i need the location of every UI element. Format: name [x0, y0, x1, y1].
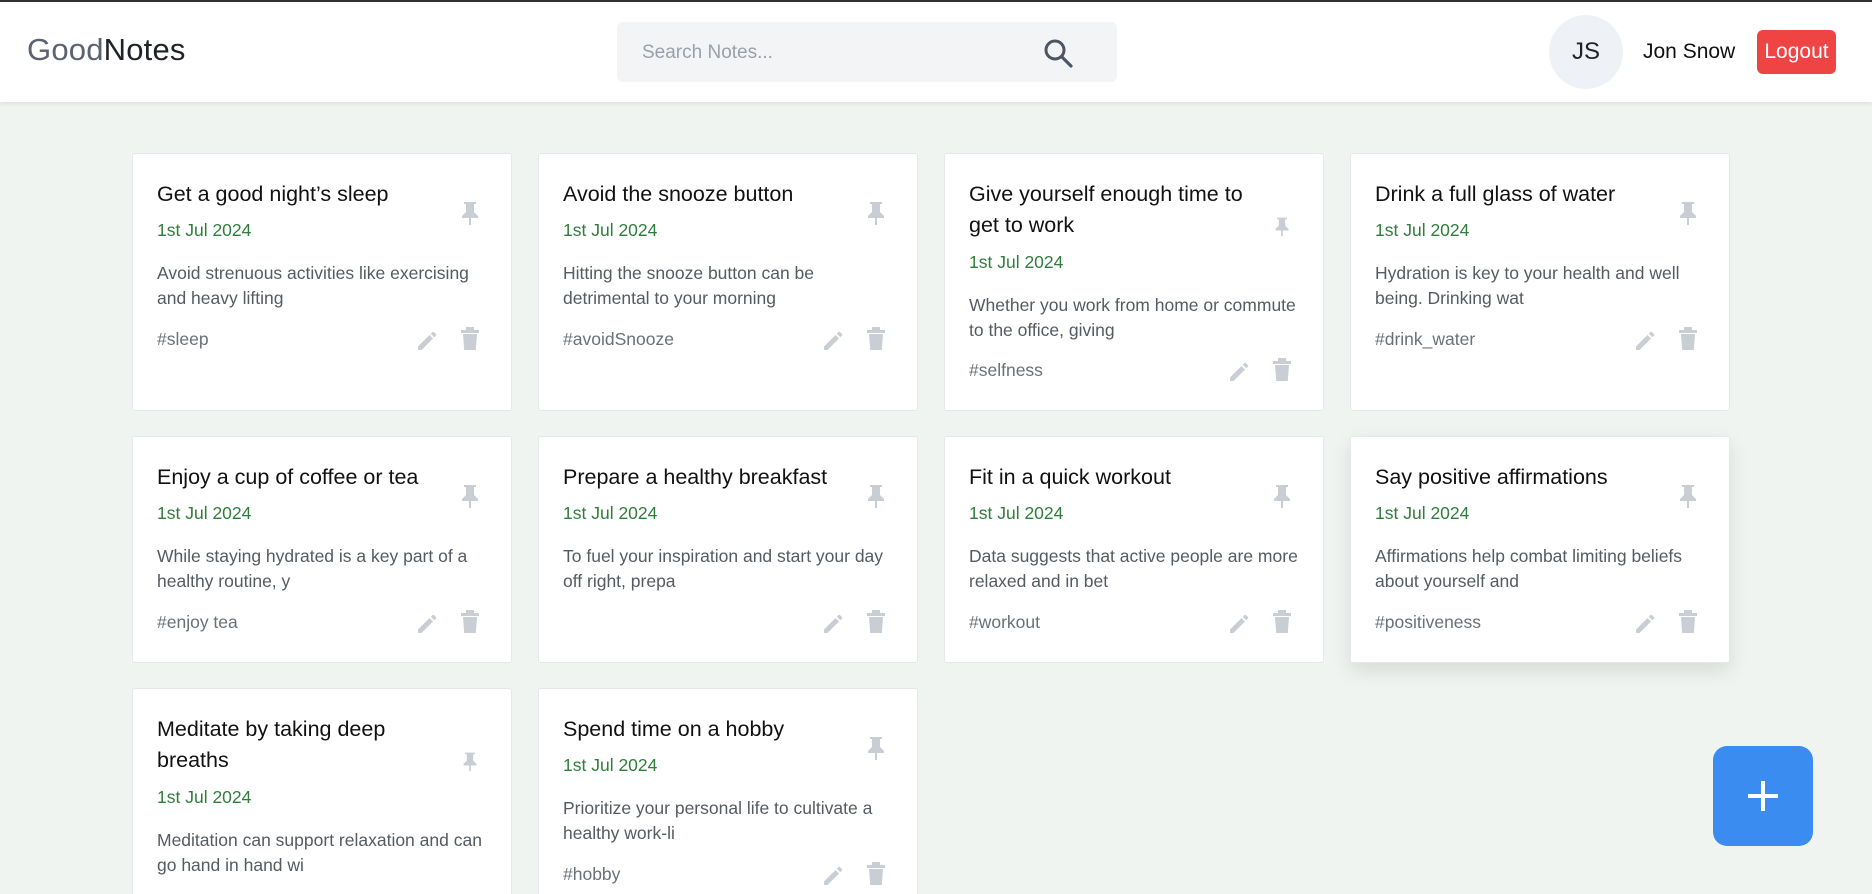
- trash-icon[interactable]: [865, 609, 887, 635]
- note-date: 1st Jul 2024: [1375, 503, 1470, 523]
- note-title: Fit in a quick workout: [969, 465, 1171, 489]
- trash-icon[interactable]: [1271, 609, 1293, 635]
- note-card[interactable]: Get a good night’s sleep 1st Jul 2024 Av…: [132, 153, 512, 411]
- note-tag: #drink_water: [1375, 329, 1476, 349]
- add-note-button[interactable]: [1713, 746, 1813, 846]
- pin-icon[interactable]: [459, 200, 481, 226]
- trash-icon[interactable]: [459, 326, 481, 352]
- note-tag: #sleep: [157, 329, 209, 349]
- pin-icon[interactable]: [865, 200, 887, 226]
- note-tag: #positiveness: [1375, 612, 1482, 632]
- pencil-icon[interactable]: [821, 610, 847, 636]
- note-body: While staying hydrated is a key part of …: [157, 546, 468, 591]
- pencil-icon[interactable]: [415, 610, 441, 636]
- pin-icon[interactable]: [1677, 200, 1699, 226]
- note-date: 1st Jul 2024: [563, 220, 658, 240]
- note-title: Get a good night’s sleep: [157, 182, 389, 206]
- trash-icon[interactable]: [865, 861, 887, 887]
- note-card[interactable]: Prepare a healthy breakfast 1st Jul 2024…: [538, 436, 918, 663]
- note-card[interactable]: Drink a full glass of water 1st Jul 2024…: [1350, 153, 1730, 411]
- logout-button[interactable]: Logout: [1757, 30, 1836, 74]
- note-tag: #enjoy tea: [157, 612, 238, 632]
- pin-icon[interactable]: [1271, 483, 1293, 509]
- brand-part-good: Good: [27, 32, 104, 67]
- note-tag: #avoidSnooze: [563, 329, 674, 349]
- pin-icon[interactable]: [865, 735, 887, 761]
- header: GoodNotes Search Notes... JS Jon Snow Lo…: [0, 2, 1872, 102]
- note-tag: #hobby: [563, 864, 621, 884]
- note-card[interactable]: Avoid the snooze button 1st Jul 2024 Hit…: [538, 153, 918, 411]
- note-tag: #selfness: [969, 360, 1043, 380]
- note-body: To fuel your inspiration and start your …: [563, 546, 884, 591]
- pencil-icon[interactable]: [1633, 327, 1659, 353]
- search-icon[interactable]: [1043, 38, 1073, 68]
- pencil-icon[interactable]: [1227, 610, 1253, 636]
- trash-icon[interactable]: [1677, 609, 1699, 635]
- note-body: Whether you work from home or commute to…: [969, 295, 1296, 340]
- pencil-icon[interactable]: [1227, 358, 1253, 384]
- note-body: Affirmations help combat limiting belief…: [1375, 546, 1683, 591]
- note-title: Drink a full glass of water: [1375, 182, 1616, 206]
- note-body: Hydration is key to your health and well…: [1375, 263, 1680, 308]
- user-name: Jon Snow: [1643, 40, 1736, 63]
- note-body: Data suggests that active people are mor…: [969, 546, 1298, 591]
- avatar[interactable]: JS: [1549, 15, 1623, 89]
- note-date: 1st Jul 2024: [157, 503, 252, 523]
- note-body: Prioritize your personal life to cultiva…: [563, 798, 873, 843]
- pencil-icon[interactable]: [1633, 610, 1659, 636]
- brand-part-notes: Notes: [103, 32, 186, 67]
- pencil-icon[interactable]: [821, 862, 847, 888]
- search-bar[interactable]: Search Notes...: [617, 22, 1117, 82]
- pencil-icon[interactable]: [415, 327, 441, 353]
- note-date: 1st Jul 2024: [157, 787, 252, 807]
- search-input[interactable]: Search Notes...: [642, 42, 773, 64]
- note-body: Avoid strenuous activities like exercisi…: [157, 263, 469, 308]
- note-title: Enjoy a cup of coffee or tea: [157, 465, 419, 489]
- pin-icon[interactable]: [1677, 483, 1699, 509]
- pin-icon[interactable]: [461, 751, 479, 772]
- pin-icon[interactable]: [865, 483, 887, 509]
- note-date: 1st Jul 2024: [563, 755, 658, 775]
- note-date: 1st Jul 2024: [563, 503, 658, 523]
- note-body: Hitting the snooze button can be detrime…: [563, 263, 815, 308]
- note-date: 1st Jul 2024: [1375, 220, 1470, 240]
- note-title: Prepare a healthy breakfast: [563, 465, 828, 489]
- brand-logo[interactable]: GoodNotes: [27, 32, 186, 68]
- trash-icon[interactable]: [1677, 326, 1699, 352]
- note-date: 1st Jul 2024: [969, 252, 1064, 272]
- note-card[interactable]: Spend time on a hobby 1st Jul 2024 Prior…: [538, 688, 918, 894]
- note-title: Spend time on a hobby: [563, 717, 785, 741]
- note-card[interactable]: Enjoy a cup of coffee or tea 1st Jul 202…: [132, 436, 512, 663]
- note-date: 1st Jul 2024: [157, 220, 252, 240]
- pin-icon[interactable]: [459, 483, 481, 509]
- plus-icon: [1748, 781, 1778, 811]
- note-date: 1st Jul 2024: [969, 503, 1064, 523]
- note-title: Say positive affirmations: [1375, 465, 1608, 489]
- note-tag: #workout: [969, 612, 1041, 632]
- note-title: Give yourself enough time to get to work: [969, 182, 1243, 237]
- note-title: Avoid the snooze button: [563, 182, 794, 206]
- trash-icon[interactable]: [1271, 357, 1293, 383]
- trash-icon[interactable]: [459, 609, 481, 635]
- note-body: Meditation can support relaxation and ca…: [157, 830, 482, 875]
- note-card[interactable]: Say positive affirmations 1st Jul 2024 A…: [1350, 436, 1730, 663]
- trash-icon[interactable]: [865, 326, 887, 352]
- pencil-icon[interactable]: [821, 327, 847, 353]
- note-card[interactable]: Fit in a quick workout 1st Jul 2024 Data…: [944, 436, 1324, 663]
- note-card[interactable]: Meditate by taking deep breaths 1st Jul …: [132, 688, 512, 894]
- note-card[interactable]: Give yourself enough time to get to work…: [944, 153, 1324, 411]
- note-title: Meditate by taking deep breaths: [157, 717, 386, 772]
- pin-icon[interactable]: [1273, 216, 1291, 237]
